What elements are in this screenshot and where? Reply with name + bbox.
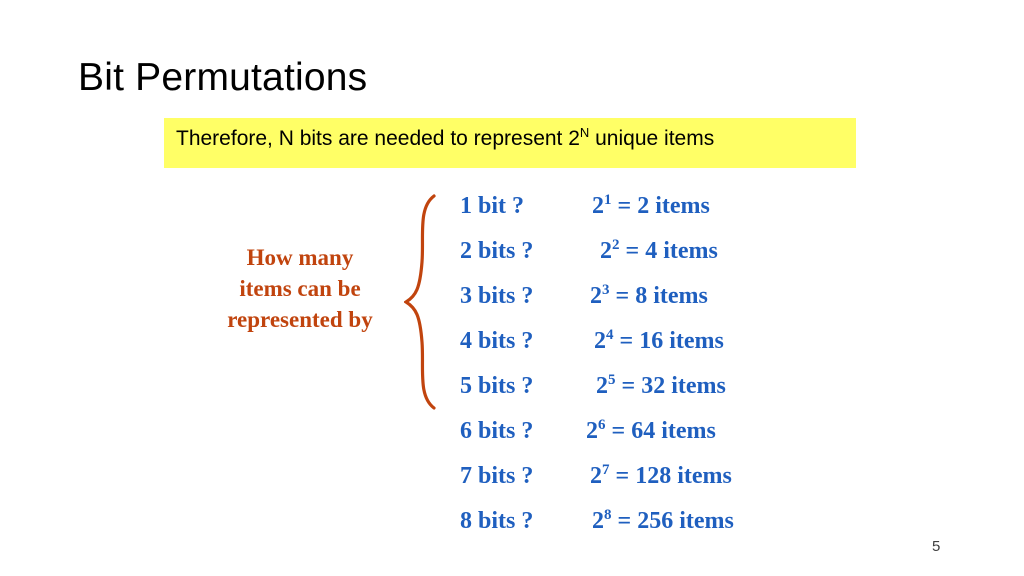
power-base: 2: [592, 193, 604, 219]
equals-sign: =: [615, 283, 630, 309]
result-value: 64 items: [631, 418, 716, 444]
power-base: 2: [590, 283, 602, 309]
callout-line-1: How many: [246, 245, 354, 270]
power-exponent: 4: [606, 327, 614, 343]
equals-sign: =: [617, 508, 632, 534]
result-value: 16 items: [639, 328, 724, 354]
result-value: 8 items: [635, 283, 708, 309]
power-exponent: 6: [598, 417, 606, 433]
banner-text: Therefore, N bits are needed to represen…: [176, 125, 715, 151]
banner-text-after: unique items: [589, 127, 715, 150]
power-base: 2: [586, 418, 598, 444]
list-item: 4 bits ?: [460, 328, 534, 354]
list-item: 2 bits ?: [460, 238, 534, 264]
result-value: 128 items: [635, 463, 732, 489]
list-item: 23 = 8 items: [586, 283, 734, 328]
list-item: 3 bits ?: [460, 283, 534, 309]
callout-line-3: represented by: [227, 307, 373, 332]
list-item: 5 bits ?: [460, 373, 534, 399]
list-item: 1 bit ?: [460, 193, 525, 219]
list-item: 24 = 16 items: [586, 328, 734, 373]
result-value: 256 items: [637, 508, 734, 534]
result-value: 32 items: [641, 373, 726, 399]
list-item: 25 = 32 items: [586, 373, 734, 418]
list-item: 8 bits ?: [460, 508, 534, 534]
result-value: 2 items: [637, 193, 710, 219]
bits-question-list: 1 bit ? 2 bits ? 3 bits ? 4 bits ? 5 bit…: [460, 193, 533, 553]
equals-sign: =: [619, 328, 634, 354]
equals-sign: =: [621, 373, 636, 399]
equals-sign: =: [611, 418, 626, 444]
power-exponent: 7: [602, 462, 610, 478]
callout-text: How many items can be represented by: [200, 242, 400, 335]
page-number: 5: [932, 538, 941, 555]
power-base: 2: [596, 373, 608, 399]
equals-sign: =: [625, 238, 640, 264]
power-exponent: 5: [608, 372, 616, 388]
list-item: 26 = 64 items: [586, 418, 734, 463]
list-item: 6 bits ?: [460, 418, 534, 444]
list-item: 27 = 128 items: [586, 463, 734, 508]
power-exponent: 1: [604, 192, 612, 208]
slide-canvas: Bit Permutations Therefore, N bits are n…: [0, 0, 1024, 576]
power-exponent: 2: [612, 237, 620, 253]
power-base: 2: [600, 238, 612, 264]
banner-text-before: Therefore, N bits are needed to represen…: [176, 127, 580, 150]
result-value: 4 items: [645, 238, 718, 264]
power-exponent: 3: [602, 282, 610, 298]
list-item: 28 = 256 items: [586, 508, 734, 553]
equals-sign: =: [617, 193, 632, 219]
list-item: 21 = 2 items: [586, 193, 734, 238]
power-base: 2: [594, 328, 606, 354]
curly-brace-icon: [404, 194, 436, 410]
power-base: 2: [590, 463, 602, 489]
equals-sign: =: [615, 463, 630, 489]
banner-exponent: N: [579, 125, 590, 140]
power-exponent: 8: [604, 507, 612, 523]
list-item: 22 = 4 items: [586, 238, 734, 283]
list-item: 7 bits ?: [460, 463, 534, 489]
powers-list: 21 = 2 items 22 = 4 items 23 = 8 items 2…: [586, 193, 734, 553]
power-base: 2: [592, 508, 604, 534]
callout-line-2: items can be: [239, 276, 361, 301]
page-title: Bit Permutations: [78, 56, 368, 99]
